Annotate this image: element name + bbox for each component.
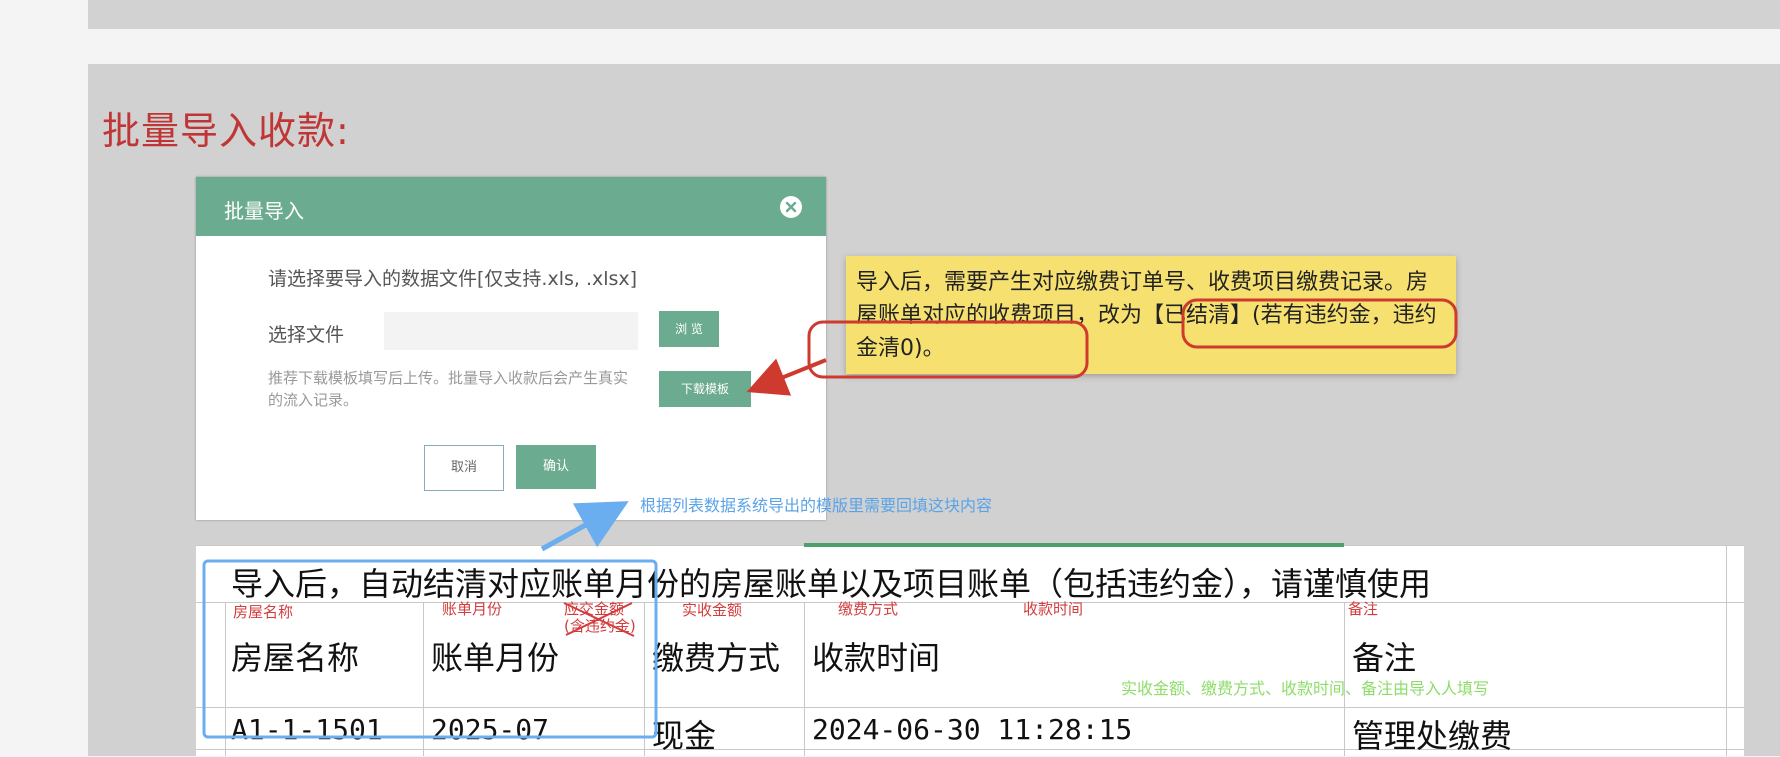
annotation-overlay [202,298,1458,739]
red-cross-mark [563,602,635,637]
red-highlight-box [1181,298,1458,349]
blue-arrow [540,501,629,552]
red-highlight-box [807,320,1089,379]
blue-highlight-box [202,559,658,739]
